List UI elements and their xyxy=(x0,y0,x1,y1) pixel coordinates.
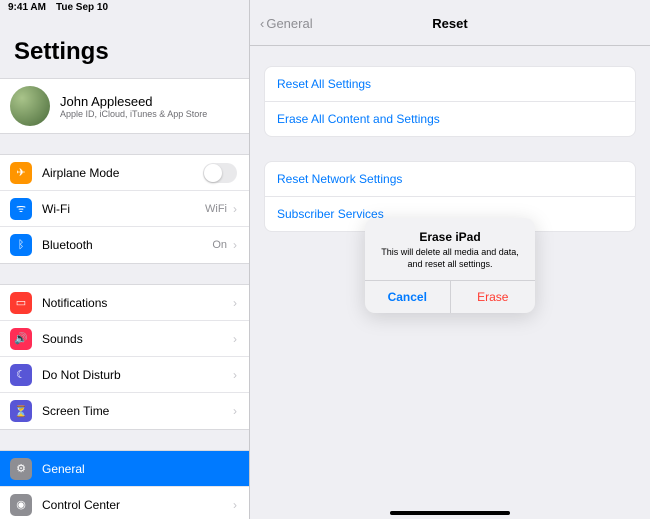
nav-bar: ‹ General Reset xyxy=(250,2,650,46)
sidebar-item-control-center[interactable]: ◉ Control Center › xyxy=(0,487,249,519)
chevron-right-icon: › xyxy=(233,332,237,346)
airplane-toggle[interactable] xyxy=(203,163,237,183)
sidebar-item-screentime[interactable]: ⏳ Screen Time › xyxy=(0,393,249,429)
chevron-right-icon: › xyxy=(233,202,237,216)
back-label: General xyxy=(266,16,312,31)
sidebar-item-label: Screen Time xyxy=(42,404,227,418)
alert-message: This will delete all media and data, and… xyxy=(375,247,525,270)
sounds-icon: 🔊 xyxy=(10,328,32,350)
account-sub: Apple ID, iCloud, iTunes & App Store xyxy=(60,109,207,119)
sidebar-item-bluetooth[interactable]: ᛒ Bluetooth On › xyxy=(0,227,249,263)
status-bar: 9:41 AM Tue Sep 10 xyxy=(0,0,249,18)
dnd-icon: ☾ xyxy=(10,364,32,386)
airplane-icon: ✈ xyxy=(10,162,32,184)
sidebar-item-label: Wi-Fi xyxy=(42,202,205,216)
bluetooth-icon: ᛒ xyxy=(10,234,32,256)
sidebar-item-wifi[interactable]: ᯤ Wi-Fi WiFi › xyxy=(0,191,249,227)
sidebar-item-dnd[interactable]: ☾ Do Not Disturb › xyxy=(0,357,249,393)
chevron-right-icon: › xyxy=(233,404,237,418)
sidebar-item-airplane[interactable]: ✈ Airplane Mode xyxy=(0,155,249,191)
status-time: 9:41 AM xyxy=(8,2,46,18)
avatar xyxy=(10,86,50,126)
chevron-right-icon: › xyxy=(233,498,237,512)
alert-title: Erase iPad xyxy=(375,230,525,244)
sidebar-item-label: Bluetooth xyxy=(42,238,212,252)
erase-all-content[interactable]: Erase All Content and Settings xyxy=(265,102,635,136)
main-panel: ‹ General Reset Reset All Settings Erase… xyxy=(250,0,650,519)
sidebar-item-label: General xyxy=(42,462,237,476)
back-button[interactable]: ‹ General xyxy=(260,16,313,31)
account-row[interactable]: John Appleseed Apple ID, iCloud, iTunes … xyxy=(0,79,249,133)
chevron-left-icon: ‹ xyxy=(260,16,264,31)
home-indicator[interactable] xyxy=(390,511,510,515)
status-date: Tue Sep 10 xyxy=(56,2,108,18)
chevron-right-icon: › xyxy=(233,238,237,252)
alert-dialog: Erase iPad This will delete all media an… xyxy=(365,218,535,313)
gear-icon: ⚙ xyxy=(10,458,32,480)
wifi-detail: WiFi xyxy=(205,203,227,215)
sidebar-item-label: Sounds xyxy=(42,332,227,346)
chevron-right-icon: › xyxy=(233,368,237,382)
account-name: John Appleseed xyxy=(60,94,207,109)
control-center-icon: ◉ xyxy=(10,494,32,516)
sidebar-item-label: Do Not Disturb xyxy=(42,368,227,382)
wifi-icon: ᯤ xyxy=(10,198,32,220)
sidebar-item-label: Control Center xyxy=(42,498,227,512)
sidebar: 9:41 AM Tue Sep 10 Settings John Applese… xyxy=(0,0,250,519)
page-title: Settings xyxy=(0,18,249,78)
sidebar-item-label: Notifications xyxy=(42,296,227,310)
cancel-button[interactable]: Cancel xyxy=(365,281,451,313)
sidebar-item-label: Airplane Mode xyxy=(42,166,203,180)
screentime-icon: ⏳ xyxy=(10,400,32,422)
reset-all-settings[interactable]: Reset All Settings xyxy=(265,67,635,102)
chevron-right-icon: › xyxy=(233,296,237,310)
notifications-icon: ▭ xyxy=(10,292,32,314)
sidebar-item-sounds[interactable]: 🔊 Sounds › xyxy=(0,321,249,357)
reset-group-1: Reset All Settings Erase All Content and… xyxy=(264,66,636,137)
sidebar-item-general[interactable]: ⚙ General xyxy=(0,451,249,487)
reset-network-settings[interactable]: Reset Network Settings xyxy=(265,162,635,197)
erase-button[interactable]: Erase xyxy=(451,281,536,313)
sidebar-item-notifications[interactable]: ▭ Notifications › xyxy=(0,285,249,321)
bluetooth-detail: On xyxy=(212,239,227,251)
